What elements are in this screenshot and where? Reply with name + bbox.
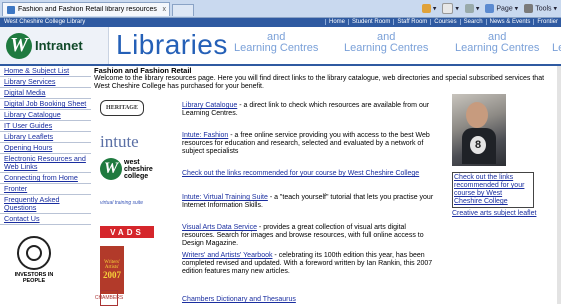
page-menu[interactable]: Page ▾ [485,4,518,13]
student-head [466,102,488,128]
site-name: West Cheshire College Library [4,19,86,25]
creative-arts-leaflet: Creative arts subject leaflet [452,210,542,217]
command-bar: ▾ ▾ ▾ Page ▾ Tools ▾ [421,3,557,14]
vertical-scrollbar[interactable] [557,66,561,304]
student-photo: 8 [452,94,506,166]
sidebar-item-connecting-from-home[interactable]: Connecting from Home [0,173,91,184]
writers-yearbook-link[interactable]: Writers' and Artists' Yearbook [182,252,272,259]
nav-link-news-events[interactable]: News & Events [485,19,534,25]
resource-row: HERITAGE Library Catalogue - a direct li… [94,96,444,126]
intranet-label: Intranet [35,38,83,53]
college-logo-icon: W [100,158,122,180]
nav-link-fronter[interactable]: Frontier [533,19,561,25]
intute-logo[interactable]: intute [100,132,139,152]
learning-centres-banner: and Learning Centres [455,31,540,54]
close-tab-icon[interactable]: x [163,6,167,13]
sidebar-item-opening-hours[interactable]: Opening Hours [0,143,91,154]
page-heading: Fashion and Fashion Retail [94,66,192,75]
chambers-link[interactable]: Chambers Dictionary and Thesaurus [182,296,296,303]
resource-row: intute Intute: Fashion - a free online s… [94,126,444,156]
resource-description: Visual Arts Data Service - provides a gr… [182,224,424,247]
tools-menu[interactable]: Tools ▾ [524,4,557,13]
sidebar-item-it-user-guides[interactable]: IT User Guides [0,121,91,132]
browser-tab-bar: Fashion and Fashion Retail library resou… [0,0,561,18]
recommended-links-link[interactable]: Check out the links recommended for your… [182,170,419,177]
west-cheshire-college-logo[interactable]: W west cheshire college [100,158,154,180]
learning-centres-banner: and Learning Centres [234,31,319,54]
browser-tab[interactable]: Fashion and Fashion Retail library resou… [2,2,170,16]
intranet-logo[interactable]: W Intranet [0,27,109,64]
intro-text: Welcome to the library resources page. H… [94,75,545,90]
wreath-icon [17,236,51,270]
sidebar-item-library-catalogue[interactable]: Library Catalogue [0,110,91,121]
investors-in-people-logo: INVESTORS IN PEOPLE [4,236,64,284]
recommended-links-side-link[interactable]: Check out the links recommended for your… [454,174,524,205]
nav-link-student-room[interactable]: Student Room [348,19,394,25]
top-nav-links: Home Student Room Staff Room Courses Search N… [325,18,561,27]
shirt-number: 8 [470,136,486,154]
library-catalogue-link[interactable]: Library Catalogue [182,102,237,109]
sidebar-item-fronter[interactable]: Fronter [0,184,91,195]
writers-yearbook-cover[interactable]: Writers' Artists' 2007 [100,246,124,294]
sidebar-item-electronic-resources[interactable]: Electronic Resources and Web Links [0,154,91,173]
sidebar-item-digital-media[interactable]: Digital Media [0,88,91,99]
home-icon[interactable]: ▾ [421,4,436,13]
resource-description: Chambers Dictionary and Thesaurus [182,296,440,304]
recommended-links-box: Check out the links recommended for your… [452,172,534,208]
feeds-icon[interactable]: ▾ [442,3,459,14]
resource-description: Library Catalogue - a direct link to che… [182,102,430,117]
heritage-logo[interactable]: HERITAGE [100,100,144,116]
resource-description: Check out the links recommended for your… [182,170,440,178]
creative-arts-leaflet-link[interactable]: Creative arts subject leaflet [452,210,536,217]
sidebar-item-contact-us[interactable]: Contact Us [0,214,91,225]
vads-link[interactable]: Visual Arts Data Service [182,224,257,231]
libraries-title: Libraries [116,29,228,60]
new-tab-button[interactable] [172,4,194,16]
page-favicon-icon [7,5,15,14]
learning-centres-banner: Le [552,42,561,54]
sidebar-item-faq[interactable]: Frequently Asked Questions [0,195,91,214]
virtual-training-suite-logo[interactable]: virtual training suite [100,200,143,206]
sidebar-item-home-subject-list[interactable]: Home & Subject List [0,66,91,77]
nav-link-search[interactable]: Search [459,19,486,25]
nav-link-staff-room[interactable]: Staff Room [393,19,431,25]
sidebar-item-digital-job-booking[interactable]: Digital Job Booking Sheet [0,99,91,110]
sidebar-item-library-leaflets[interactable]: Library Leaflets [0,132,91,143]
resource-description: Intute: Fashion - a free online service … [182,132,430,155]
resource-row: W west cheshire college Check out the li… [94,158,444,188]
vads-logo[interactable]: VADS [100,226,154,238]
nav-link-home[interactable]: Home [325,19,349,25]
college-logo-icon: W [6,32,32,59]
college-logo-text: west cheshire college [124,158,153,180]
tab-title: Fashion and Fashion Retail library resou… [18,6,157,13]
print-icon[interactable]: ▾ [464,4,479,13]
sidebar-item-library-services[interactable]: Library Services [0,77,91,88]
intute-fashion-link[interactable]: Intute: Fashion [182,132,228,139]
resource-description: Intute: Virtual Training Suite - a "teac… [182,194,434,209]
main-content: Fashion and Fashion Retail Welcome to th… [94,66,561,306]
page-header: W Intranet Libraries and Learning Centres… [0,27,561,64]
resource-row: virtual training suite Intute: Virtual T… [94,192,444,216]
nav-link-courses[interactable]: Courses [430,19,460,25]
learning-centres-banner: and Learning Centres [344,31,429,54]
site-top-nav: West Cheshire College Library Home Studen… [0,18,561,27]
virtual-training-suite-link[interactable]: Intute: Virtual Training Suite [182,194,268,201]
sidebar-nav: Home & Subject List Library Services Dig… [0,66,91,225]
resource-description: Writers' and Artists' Yearbook - celebra… [182,252,433,275]
